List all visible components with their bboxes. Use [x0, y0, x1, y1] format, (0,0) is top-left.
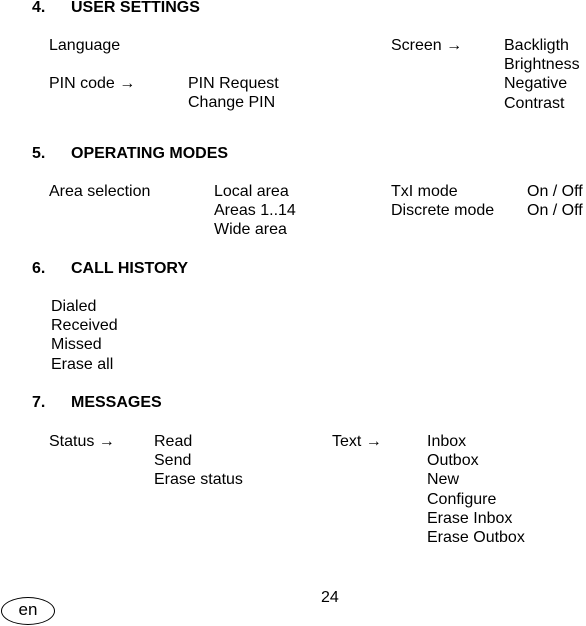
status-item: Read: [154, 433, 193, 450]
area-selection-label: Area selection: [49, 183, 151, 200]
section-4-title: USER SETTINGS: [71, 0, 200, 16]
area-item: Wide area: [214, 221, 287, 239]
language-badge: en: [1, 597, 55, 625]
status-items-list: Read Send Erase status: [154, 432, 243, 490]
section-7-number: 7.: [32, 394, 46, 411]
text-item: Configure: [427, 490, 497, 508]
text-item: Erase Outbox: [427, 529, 525, 547]
section-5-number: 5.: [32, 145, 46, 162]
screen-items-list: Backligth Brightness Negative Contrast: [504, 36, 580, 113]
section-6-title: CALL HISTORY: [71, 260, 189, 277]
call-history-item: Missed: [51, 336, 102, 354]
text-item: Erase Inbox: [427, 509, 513, 527]
status-label: Status →: [49, 433, 115, 450]
pin-code-label: PIN code →: [49, 75, 136, 92]
area-items-list: Local area Areas 1..14 Wide area: [214, 182, 296, 240]
mode-value: On / Off: [527, 183, 583, 200]
modes-list: TxI mode Discrete mode: [391, 182, 494, 220]
screen-item: Negative: [504, 75, 568, 93]
pin-items-list: PIN Request Change PIN: [188, 74, 279, 112]
mode-values-list: On / Off On / Off: [527, 182, 583, 220]
call-history-item: Dialed: [51, 298, 97, 315]
text-item: Inbox: [427, 433, 467, 450]
screen-item: Contrast: [504, 94, 565, 112]
area-item: Areas 1..14: [214, 202, 296, 220]
call-history-item: Erase all: [51, 355, 114, 373]
screen-item: Backligth: [504, 37, 569, 54]
screen-label: Screen →: [391, 37, 463, 54]
text-item: Outbox: [427, 452, 479, 470]
call-history-item: Received: [51, 317, 118, 335]
status-item: Erase status: [154, 471, 243, 489]
call-history-list: Dialed Received Missed Erase all: [51, 297, 118, 374]
pin-item: Change PIN: [188, 94, 276, 112]
section-4-number: 4.: [32, 0, 46, 16]
screen-item: Brightness: [504, 56, 580, 74]
status-item: Send: [154, 452, 192, 470]
page-number: 24: [321, 589, 339, 606]
pin-item: PIN Request: [188, 75, 279, 92]
mode-item: Discrete mode: [391, 202, 495, 220]
text-label: Text →: [332, 433, 382, 450]
section-7-title: MESSAGES: [71, 394, 162, 411]
section-6-number: 6.: [32, 260, 46, 277]
area-item: Local area: [214, 183, 289, 200]
text-item: New: [427, 471, 460, 489]
mode-value: On / Off: [527, 202, 583, 220]
text-items-list: Inbox Outbox New Configure Erase Inbox E…: [427, 432, 525, 547]
section-5-title: OPERATING MODES: [71, 145, 229, 162]
mode-item: TxI mode: [391, 183, 458, 200]
language-label: Language: [49, 37, 121, 54]
